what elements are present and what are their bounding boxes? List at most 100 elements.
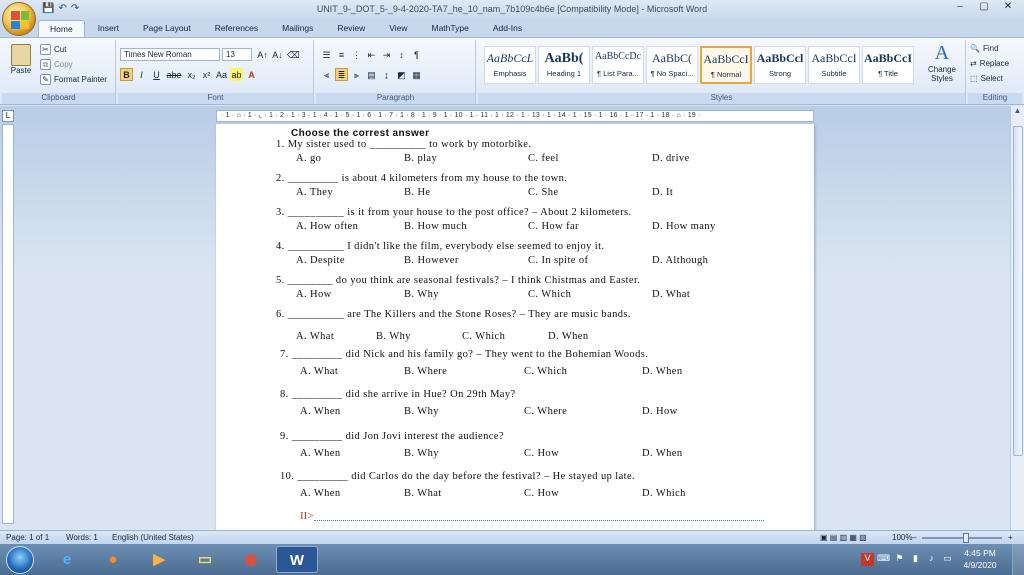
style-title[interactable]: AaBbCcI ¶ Title xyxy=(862,46,914,84)
tab-mailings[interactable]: Mailings xyxy=(271,20,324,38)
clock[interactable]: 4:45 PM 4/9/2020 xyxy=(960,547,1000,571)
select-button[interactable]: ⬚ Select xyxy=(970,74,1003,83)
change-styles-button[interactable]: A Change Styles xyxy=(920,42,964,83)
tab-insert[interactable]: Insert xyxy=(87,20,130,38)
battery-icon[interactable]: ▭ xyxy=(941,553,954,566)
flag-icon[interactable]: ⚑ xyxy=(893,553,906,566)
media-player-icon[interactable]: ▶ xyxy=(138,546,180,573)
subscript-button[interactable]: x₂ xyxy=(185,68,198,81)
section-marker: II> xyxy=(300,510,314,522)
antivirus-icon[interactable]: V xyxy=(861,553,874,566)
office-button[interactable] xyxy=(2,2,36,36)
numbering-icon[interactable]: ≡ xyxy=(335,48,348,61)
borders-icon[interactable]: ▦ xyxy=(410,68,423,81)
tab-selector-icon[interactable]: L xyxy=(2,110,14,122)
question-8-option-b: B. Why xyxy=(404,406,439,417)
font-name-combo[interactable]: Times New Roman xyxy=(120,48,220,61)
tab-page-layout[interactable]: Page Layout xyxy=(132,20,202,38)
title-bar: 💾 ↶ ↷ UNIT_9-_DOT_5-_9-4-2020-TA7_he_10_… xyxy=(0,0,1024,20)
replace-button[interactable]: ⇄ Replace xyxy=(970,59,1009,68)
shading-icon[interactable]: ◩ xyxy=(395,68,408,81)
zoom-in-button[interactable]: + xyxy=(1008,533,1013,542)
style-normal[interactable]: AaBbCcI ¶ Normal xyxy=(700,46,752,84)
language-indicator[interactable]: English (United States) xyxy=(112,533,194,542)
bullets-icon[interactable]: ☰ xyxy=(320,48,333,61)
zoom-level[interactable]: 100% xyxy=(892,533,912,542)
close-button[interactable]: ✕ xyxy=(996,1,1020,17)
restore-button[interactable]: ▢ xyxy=(972,1,996,17)
volume-icon[interactable]: ♪ xyxy=(925,553,938,566)
replace-icon: ⇄ xyxy=(970,59,977,68)
question-2-option-c: C. She xyxy=(528,187,559,198)
underline-button[interactable]: U xyxy=(150,68,163,81)
vertical-scrollbar[interactable]: ▲ xyxy=(1010,106,1024,530)
style-heading-1[interactable]: AaBb(Heading 1 xyxy=(538,46,590,84)
word-taskbar-icon[interactable]: W xyxy=(276,546,318,573)
shrink-font-icon[interactable]: A↓ xyxy=(271,48,284,61)
align-right-icon[interactable]: ⫸ xyxy=(350,68,363,81)
justify-icon[interactable]: ▤ xyxy=(365,68,378,81)
format-painter-button[interactable]: ✎ Format Painter xyxy=(40,74,107,85)
change-case-button[interactable]: Aa xyxy=(215,68,228,81)
question-7-option-d: D. When xyxy=(642,366,683,377)
network-icon[interactable]: ▮ xyxy=(909,553,922,566)
cut-button[interactable]: ✂ Cut xyxy=(40,44,66,55)
style-name: Heading 1 xyxy=(546,69,582,78)
zoom-slider[interactable] xyxy=(922,537,1002,539)
paste-button[interactable]: Paste xyxy=(8,44,34,76)
zoom-slider-handle[interactable] xyxy=(963,533,969,543)
zoom-out-button[interactable]: – xyxy=(912,533,916,542)
horizontal-ruler[interactable]: · 1 · ⌂ · 1 · ⌞ · 1 · 2 · 1 · 3 · 1 · 4 … xyxy=(216,110,814,122)
highlight-color-icon[interactable]: ab xyxy=(230,68,243,81)
chrome-icon[interactable]: ◉ xyxy=(230,546,272,573)
style-subtitle[interactable]: AaBbCcI Subtitle xyxy=(808,46,860,84)
multilevel-list-icon[interactable]: ⋮ xyxy=(350,48,363,61)
font-color-icon[interactable]: A xyxy=(245,68,258,81)
question-7-option-c: C. Which xyxy=(524,366,568,377)
change-styles-icon: A xyxy=(934,42,950,64)
decrease-indent-icon[interactable]: ⇤ xyxy=(365,48,378,61)
ie-icon[interactable]: e xyxy=(46,546,88,573)
view-buttons[interactable]: ▣ ▤ ▥ ▦ ▧ xyxy=(820,533,867,542)
document-page[interactable]: Choose the correst answer 1. My sister u… xyxy=(216,124,814,530)
minimize-button[interactable]: – xyxy=(948,1,972,17)
bold-button[interactable]: B xyxy=(120,68,133,81)
style-strong[interactable]: AaBbCcl Strong xyxy=(754,46,806,84)
show-marks-icon[interactable]: ¶ xyxy=(410,48,423,61)
tab-add-ins[interactable]: Add-Ins xyxy=(482,20,533,38)
style-emphasis[interactable]: AaBbCcL Emphasis xyxy=(484,46,536,84)
start-button[interactable] xyxy=(6,546,34,574)
grow-font-icon[interactable]: A↑ xyxy=(256,48,269,61)
increase-indent-icon[interactable]: ⇥ xyxy=(380,48,393,61)
vertical-ruler[interactable] xyxy=(2,124,14,524)
style-sample: AaBbCcI xyxy=(703,52,749,66)
sort-icon[interactable]: ↕ xyxy=(395,48,408,61)
strikethrough-button[interactable]: abe xyxy=(165,68,183,81)
question-1-option-d: D. drive xyxy=(652,153,690,164)
copy-button[interactable]: ⧉ Copy xyxy=(40,59,73,70)
style-no-spacing[interactable]: AaBbC(¶ No Spaci... xyxy=(646,46,698,84)
file-explorer-icon[interactable]: ▭ xyxy=(184,546,226,573)
question-4: 4. __________ I didn't like the film, ev… xyxy=(276,241,605,252)
tab-view[interactable]: View xyxy=(378,20,418,38)
word-count[interactable]: Words: 1 xyxy=(66,533,98,542)
clear-format-icon[interactable]: ⌫ xyxy=(286,48,300,61)
superscript-button[interactable]: x² xyxy=(200,68,213,81)
tab-home[interactable]: Home xyxy=(38,20,85,38)
tab-references[interactable]: References xyxy=(204,20,269,38)
scroll-up-icon[interactable]: ▲ xyxy=(1011,106,1024,120)
tab-review[interactable]: Review xyxy=(326,20,376,38)
tab-mathtype[interactable]: MathType xyxy=(421,20,480,38)
show-desktop-button[interactable] xyxy=(1012,544,1024,575)
language-tray-icon[interactable]: ⌨ xyxy=(877,553,890,566)
align-left-icon[interactable]: ⫷ xyxy=(320,68,333,81)
find-button[interactable]: 🔍 Find xyxy=(970,44,999,53)
style-list-paragraph[interactable]: AaBbCcDc ¶ List Para... xyxy=(592,46,644,84)
scroll-thumb[interactable] xyxy=(1013,126,1023,456)
line-spacing-icon[interactable]: ↨ xyxy=(380,68,393,81)
italic-button[interactable]: I xyxy=(135,68,148,81)
firefox-icon[interactable]: ● xyxy=(92,546,134,573)
page-count[interactable]: Page: 1 of 1 xyxy=(6,533,49,542)
font-size-combo[interactable]: 13 xyxy=(222,48,252,61)
align-center-icon[interactable]: ≣ xyxy=(335,68,348,81)
